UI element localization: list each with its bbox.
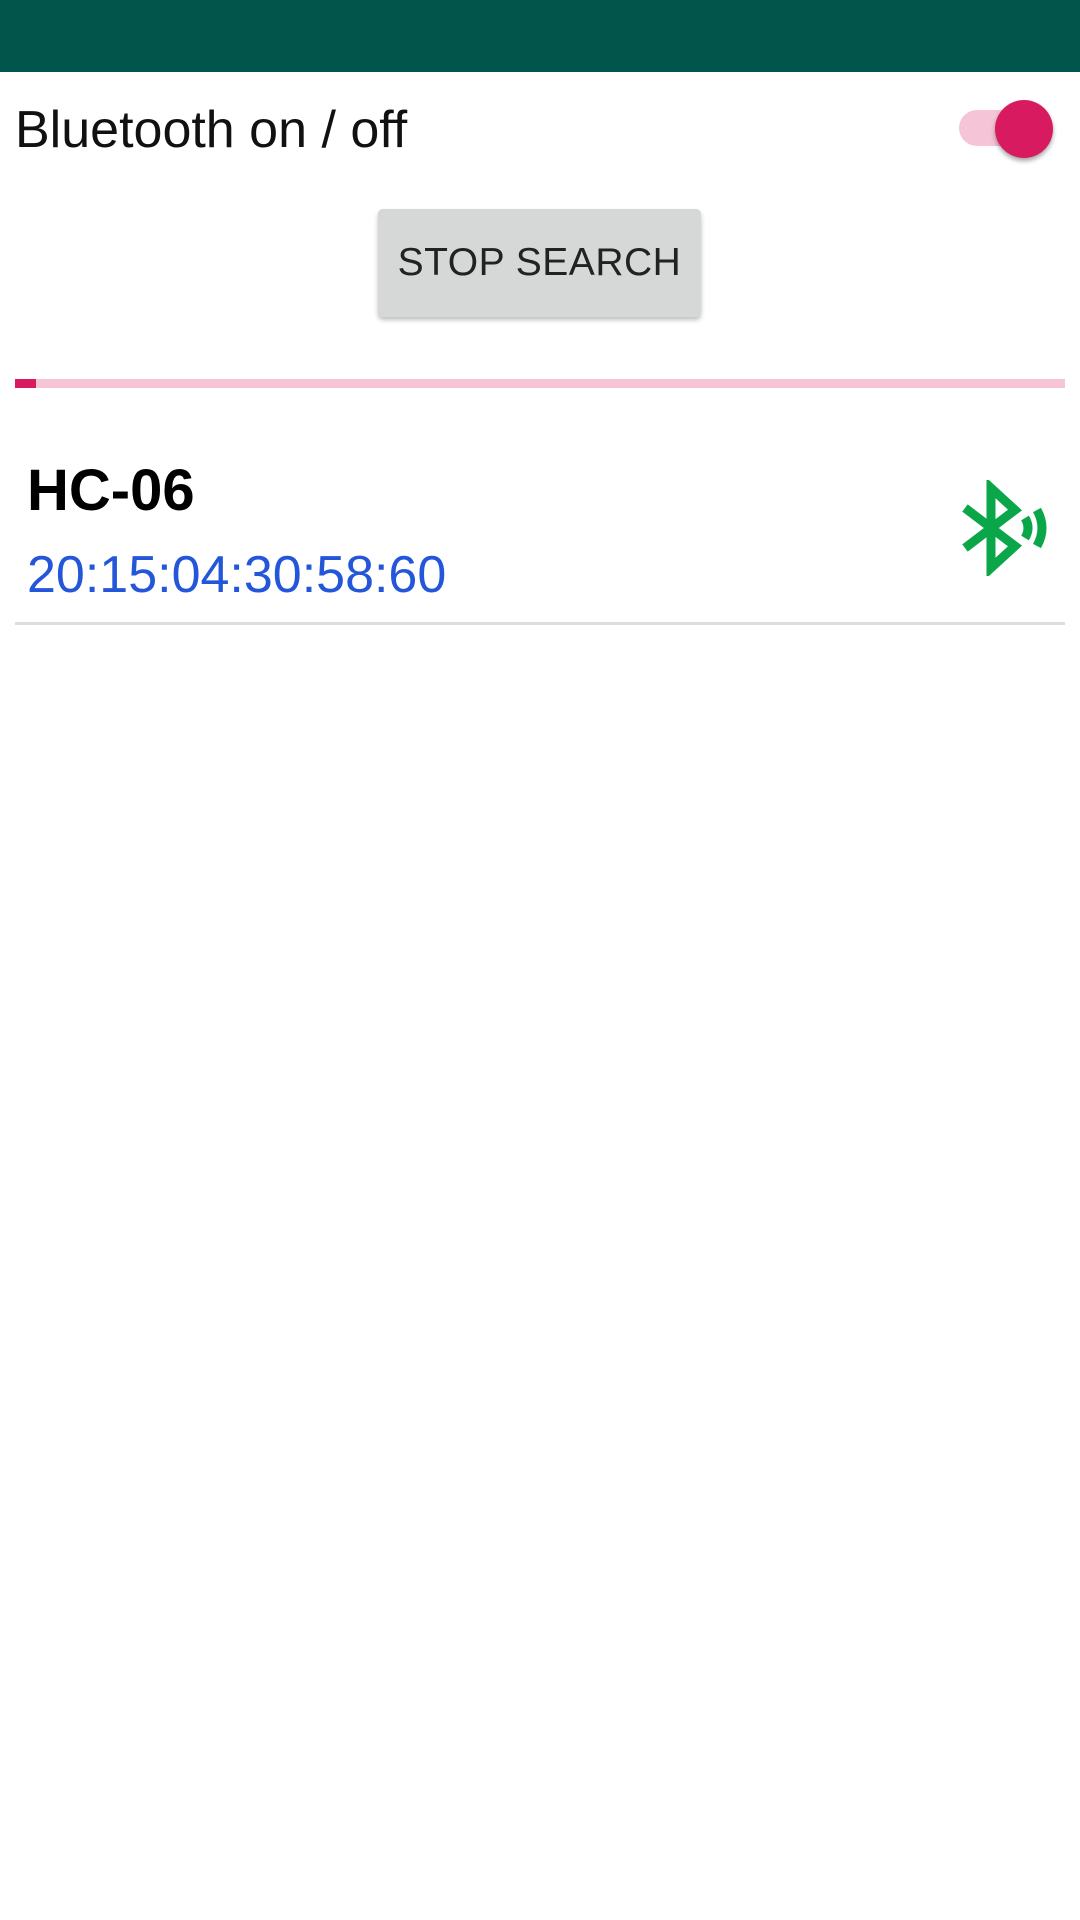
stop-search-button[interactable]: STOP SEARCH [378, 209, 701, 317]
device-list-item[interactable]: HC-06 20:15:04:30:58:60 [15, 430, 1065, 622]
device-name: HC-06 [27, 458, 195, 523]
switch-thumb [995, 100, 1053, 158]
bluetooth-toggle-label: Bluetooth on / off [15, 101, 408, 159]
list-divider [15, 622, 1065, 625]
bluetooth-searching-icon [962, 480, 1047, 576]
bluetooth-toggle-row: Bluetooth on / off [0, 72, 1080, 184]
bluetooth-switch[interactable] [955, 100, 1055, 158]
search-progress-fill [15, 379, 36, 388]
status-bar [0, 0, 1080, 72]
device-address: 20:15:04:30:58:60 [27, 546, 447, 604]
search-progress-bar [15, 379, 1065, 388]
